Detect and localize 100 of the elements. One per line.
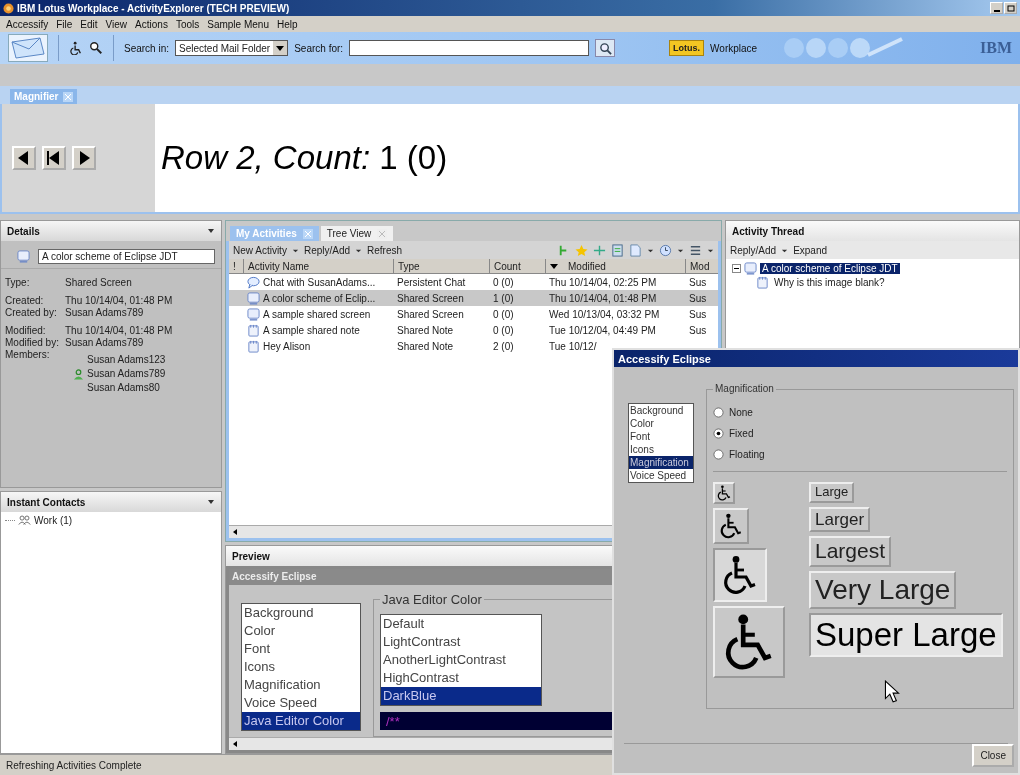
icon-size-button[interactable] [713, 508, 749, 544]
list-item[interactable]: Font [629, 430, 693, 443]
menu-item[interactable]: File [56, 18, 73, 30]
view-tab[interactable]: Tree View [320, 226, 394, 241]
list-item[interactable]: Magnification [629, 456, 693, 469]
table-cell: Tue 10/12/04, 04:49 PM [549, 324, 656, 336]
list-item[interactable]: Background [629, 404, 693, 417]
field-label: Members: [5, 349, 51, 362]
collapse-toggle-icon[interactable] [732, 263, 741, 273]
table-cell: Thu 10/14/04, 01:48 PM [549, 292, 657, 304]
group-label: Magnification [713, 383, 776, 394]
tree-item[interactable]: Why is this image blank? [772, 276, 887, 288]
text-size-button[interactable]: Largest [809, 536, 892, 567]
table-cell: Wed 10/13/04, 03:32 PM [549, 308, 660, 320]
column-header[interactable]: Modified [546, 259, 686, 273]
menu-item[interactable]: Sample Menu [207, 18, 269, 30]
magnifier-icon[interactable] [89, 41, 103, 55]
minimize-icon [993, 9, 1000, 12]
list-item[interactable]: Voice Speed [242, 694, 360, 712]
toolbar-action[interactable]: Refresh [367, 244, 403, 256]
radio-button[interactable] [713, 428, 724, 439]
icon-size-button[interactable] [713, 482, 735, 504]
list-item[interactable]: DarkBlue [381, 687, 541, 705]
star-icon[interactable] [575, 243, 588, 257]
chat-bubble-icon [247, 275, 260, 289]
accessibility-icon[interactable] [69, 41, 83, 55]
list-item[interactable]: Java Editor Color [242, 712, 360, 730]
member-name: Susan Adams123 [87, 353, 166, 367]
list-item[interactable]: Default [381, 615, 541, 633]
next-button[interactable] [72, 146, 96, 170]
app-icon [3, 2, 14, 14]
text-size-button[interactable]: Larger [809, 506, 871, 533]
list-item[interactable]: LightContrast [381, 633, 541, 651]
column-header[interactable]: ! [229, 259, 244, 273]
activity-row[interactable]: A sample shared screen Shared Screen 0 (0) Wed 10/13/04, 03:32 PM Sus [229, 306, 718, 322]
search-button[interactable] [595, 39, 616, 57]
column-header[interactable]: Type [394, 259, 490, 273]
list-item[interactable]: Background [242, 604, 360, 622]
list-item[interactable]: Voice Speed [629, 469, 693, 482]
column-header[interactable]: Activity Name [244, 259, 394, 273]
activity-row[interactable]: Chat with SusanAdams... Persistent Chat 0 (0) Thu 10/14/04, 02:25 PM Sus [229, 274, 718, 290]
minimize-button[interactable] [990, 2, 1003, 14]
list-item[interactable]: Font [242, 640, 360, 658]
toolbar-action[interactable]: Reply/Add [303, 244, 363, 256]
table-cell: A color scheme of Eclip... [263, 292, 376, 304]
column-header[interactable]: Mod [686, 259, 718, 273]
panel-title: Preview [232, 550, 270, 562]
menu-item[interactable]: Actions [135, 18, 168, 30]
menu-item[interactable]: Accessify [6, 18, 49, 30]
text-size-button[interactable]: Large [809, 482, 855, 503]
toolbar-action[interactable]: Expand [793, 244, 828, 256]
menu-item[interactable]: Tools [175, 18, 200, 30]
list-item[interactable]: Color [629, 417, 693, 430]
list-item[interactable]: Icons [242, 658, 360, 676]
table-cell: Shared Note [397, 340, 454, 352]
activity-row[interactable]: A color scheme of Eclip... Shared Screen 1 (0) Thu 10/14/04, 01:48 PM Sus [229, 290, 718, 306]
previous-button[interactable] [42, 146, 66, 170]
status-text: Refreshing Activities Complete [6, 759, 142, 771]
clock-icon[interactable] [659, 243, 672, 257]
activity-row[interactable]: Hey Alison Shared Note 2 (0) Tue 10/12/ [229, 338, 718, 354]
contact-group[interactable]: Work (1) [34, 515, 73, 526]
radio-button[interactable] [713, 449, 724, 460]
note-icon [247, 323, 260, 337]
member-name: Susan Adams80 [87, 381, 160, 395]
list-item[interactable]: Color [242, 622, 360, 640]
restore-button[interactable] [1004, 2, 1017, 14]
member-name: Susan Adams789 [87, 367, 166, 381]
list-item[interactable]: Magnification [242, 676, 360, 694]
activity-name-field[interactable]: A color scheme of Eclipse JDT [38, 249, 215, 264]
close-button[interactable]: Close [972, 744, 1014, 767]
icon-size-button[interactable] [713, 548, 767, 602]
icon-size-button[interactable] [713, 606, 785, 678]
toolbar-action[interactable]: New Activity [233, 244, 299, 256]
search-field[interactable] [349, 40, 590, 56]
column-header[interactable]: Count [490, 259, 546, 273]
table-cell: Chat with SusanAdams... [263, 276, 376, 288]
list-item[interactable]: AnotherLightContrast [381, 651, 541, 669]
panel-menu-icon[interactable] [207, 227, 215, 235]
tree-item[interactable]: A color scheme of Eclipse JDT [760, 262, 900, 274]
restore-icon [1005, 3, 1016, 13]
radio-button[interactable] [713, 407, 724, 418]
panel-menu-icon[interactable] [207, 498, 215, 506]
table-cell: A sample shared screen [263, 308, 371, 320]
panel-title: Activity Thread [732, 225, 805, 237]
first-button[interactable] [12, 146, 36, 170]
mail-icon[interactable] [8, 34, 48, 62]
menu-item[interactable]: Edit [80, 18, 98, 30]
table-cell: Shared Screen [397, 292, 464, 304]
text-size-button[interactable]: Super Large [809, 612, 1003, 657]
activity-row[interactable]: A sample shared note Shared Note 0 (0) Tue 10/12/04, 04:49 PM Sus [229, 322, 718, 338]
menu-item[interactable]: Help [276, 18, 298, 30]
search-scope-dropdown[interactable]: Selected Mail Folder [175, 40, 289, 56]
text-size-button[interactable]: Very Large [809, 570, 957, 609]
menu-item[interactable]: View [105, 18, 128, 30]
list-item[interactable]: HighContrast [381, 669, 541, 687]
sort-icon[interactable] [689, 243, 702, 257]
list-item[interactable]: Icons [629, 443, 693, 456]
mouse-pointer-icon [884, 680, 900, 704]
screen-icon [17, 250, 30, 263]
toolbar-action[interactable]: Reply/Add [730, 244, 789, 256]
